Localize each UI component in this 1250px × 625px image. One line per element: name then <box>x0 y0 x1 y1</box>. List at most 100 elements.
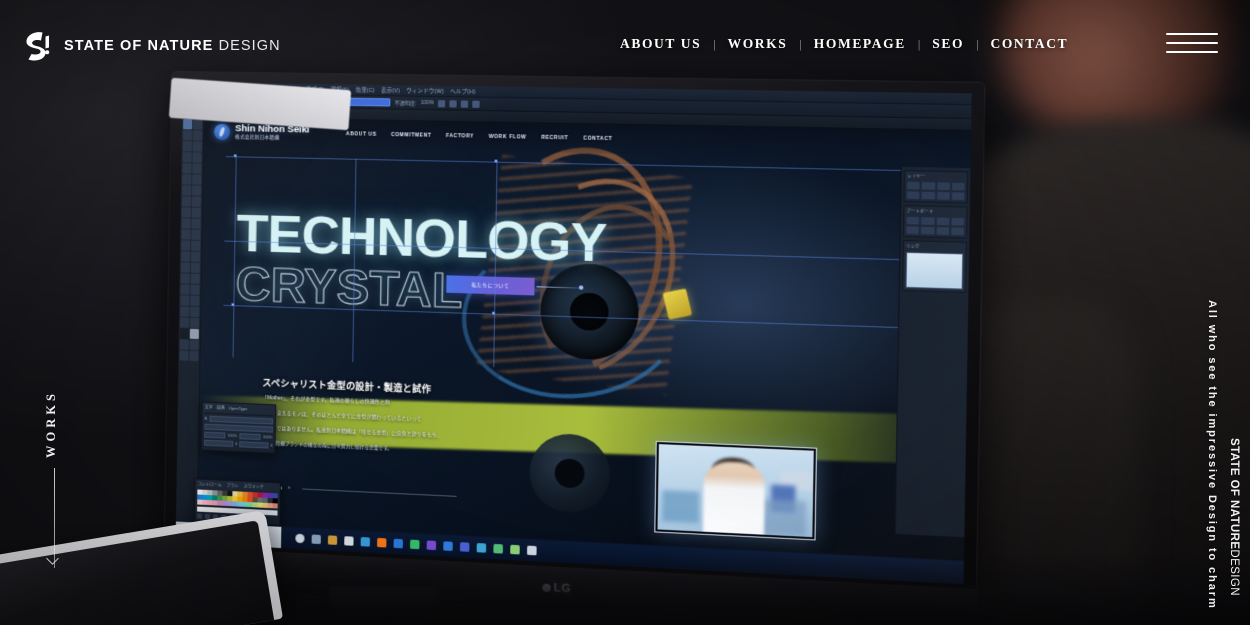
links-panel-thumbnail[interactable] <box>905 251 964 290</box>
factory-video-thumbnail[interactable] <box>654 440 818 541</box>
taskbar-terminal-icon[interactable] <box>510 544 520 555</box>
taskbar-search-icon[interactable] <box>311 534 321 545</box>
taskbar-teams-icon[interactable] <box>459 542 470 552</box>
layers-panel[interactable]: レイヤー <box>903 170 969 204</box>
illustrator-right-panels[interactable]: レイヤー アートボード リンク <box>894 166 971 538</box>
color-swatch[interactable] <box>212 495 217 500</box>
illustrator-tool[interactable] <box>192 141 202 152</box>
color-swatch[interactable] <box>237 491 243 497</box>
color-swatch[interactable] <box>242 501 248 507</box>
panel-cell[interactable] <box>951 182 965 191</box>
illustrator-tool[interactable] <box>179 317 190 328</box>
illustrator-tool[interactable] <box>181 207 191 218</box>
illustrator-tool[interactable] <box>192 185 202 196</box>
color-swatch[interactable] <box>202 489 207 495</box>
color-swatch[interactable] <box>273 503 278 509</box>
illustrator-tool[interactable] <box>190 284 200 295</box>
color-swatch[interactable] <box>232 491 238 496</box>
panel-cell[interactable] <box>907 181 920 190</box>
illustrator-tool[interactable] <box>192 174 202 185</box>
taskbar-folder-icon[interactable] <box>327 535 338 545</box>
illustrator-tool[interactable] <box>189 317 200 329</box>
illustrator-tool[interactable] <box>180 273 190 284</box>
color-swatch[interactable] <box>247 491 253 497</box>
preview-nav-items[interactable]: ABOUT US COMMITMENT FACTORY WORK FLOW RE… <box>346 132 612 142</box>
illustrator-tool[interactable] <box>189 328 199 340</box>
illustrator-tool[interactable] <box>191 196 201 207</box>
illustrator-tool[interactable] <box>181 196 192 207</box>
document-setup-icon[interactable] <box>460 99 469 108</box>
color-swatch[interactable] <box>257 502 263 508</box>
color-swatch[interactable] <box>273 493 278 498</box>
color-swatch[interactable] <box>207 500 212 505</box>
color-swatch[interactable] <box>242 491 248 497</box>
color-swatch[interactable] <box>268 492 273 498</box>
tab-control[interactable]: コントロール <box>197 481 221 488</box>
swatches-grid[interactable] <box>197 489 278 509</box>
kerning-field[interactable] <box>239 441 269 449</box>
color-swatch[interactable] <box>202 499 207 505</box>
illustrator-tool[interactable] <box>189 350 199 362</box>
artboards-panel[interactable]: アートボード <box>902 205 968 239</box>
illustrator-tool[interactable] <box>193 119 203 130</box>
color-swatch[interactable] <box>217 490 223 496</box>
links-panel[interactable]: リンク <box>902 240 967 293</box>
panel-cell[interactable] <box>906 216 920 225</box>
color-swatch[interactable] <box>217 495 222 501</box>
selection-anchor-point[interactable] <box>494 159 498 163</box>
illustrator-tool[interactable] <box>191 207 201 218</box>
panel-cell[interactable] <box>951 227 964 236</box>
taskbar-chat-icon[interactable] <box>410 539 420 550</box>
illustrator-tool[interactable] <box>192 152 202 163</box>
illustrator-tool[interactable] <box>190 262 200 273</box>
color-swatch[interactable] <box>197 489 202 495</box>
hamburger-menu-icon[interactable] <box>1166 33 1218 55</box>
illustrator-tool[interactable] <box>190 273 200 284</box>
panel-cell[interactable] <box>906 226 920 235</box>
illustrator-tool[interactable] <box>183 119 193 130</box>
font-size-field[interactable] <box>204 431 226 439</box>
illustrator-tool[interactable] <box>191 218 201 229</box>
illustrator-tool[interactable] <box>182 152 192 163</box>
color-swatch[interactable] <box>217 500 222 506</box>
leading-field[interactable] <box>239 433 261 441</box>
swatch-library-icon[interactable] <box>196 513 203 519</box>
panel-cell[interactable] <box>951 192 965 201</box>
illustrator-tool[interactable] <box>181 229 191 240</box>
color-swatch[interactable] <box>227 500 233 506</box>
color-swatch[interactable] <box>252 497 258 502</box>
taskbar-illustrator-icon[interactable] <box>377 537 387 548</box>
color-swatch[interactable] <box>267 502 273 508</box>
color-swatch[interactable] <box>242 496 248 502</box>
color-swatch[interactable] <box>268 497 273 503</box>
taskbar-notes-icon[interactable] <box>476 543 487 553</box>
panel-cell[interactable] <box>921 182 935 190</box>
nav-item-homepage[interactable]: HOMEPAGE <box>814 36 906 52</box>
color-swatch[interactable] <box>247 501 253 507</box>
illustrator-tool[interactable] <box>190 295 200 307</box>
brand-lockup[interactable]: STATE OF NATURE DESIGN <box>22 30 281 62</box>
illustrator-tool[interactable] <box>181 240 191 251</box>
character-panel[interactable]: 文字 段落 OpenType A 100% 100% 0 0 <box>201 401 277 454</box>
taskbar-edge-icon[interactable] <box>360 537 371 547</box>
color-swatch[interactable] <box>257 492 263 498</box>
preview-nav-commitment[interactable]: COMMITMENT <box>391 132 431 138</box>
color-swatch[interactable] <box>232 501 238 506</box>
taskbar-photoshop-icon[interactable] <box>393 538 403 549</box>
tracking-field[interactable] <box>204 439 234 447</box>
illustrator-tool[interactable] <box>192 130 203 141</box>
illustrator-tool[interactable] <box>180 306 190 317</box>
color-swatch[interactable] <box>262 497 268 503</box>
panel-cell[interactable] <box>936 182 950 191</box>
panel-cell[interactable] <box>951 217 964 226</box>
selection-anchor-point[interactable] <box>491 311 496 315</box>
character-panel-tabs[interactable]: 文字 段落 OpenType <box>204 404 274 417</box>
illustrator-tool[interactable] <box>180 284 190 295</box>
color-swatch[interactable] <box>222 495 228 501</box>
panel-cell[interactable] <box>906 191 920 200</box>
color-swatch[interactable] <box>257 497 263 503</box>
nav-item-about-us[interactable]: ABOUT US <box>620 36 701 52</box>
opacity-value[interactable]: 100% <box>421 100 434 106</box>
color-swatch[interactable] <box>227 490 233 496</box>
illustrator-tool[interactable] <box>182 174 192 185</box>
